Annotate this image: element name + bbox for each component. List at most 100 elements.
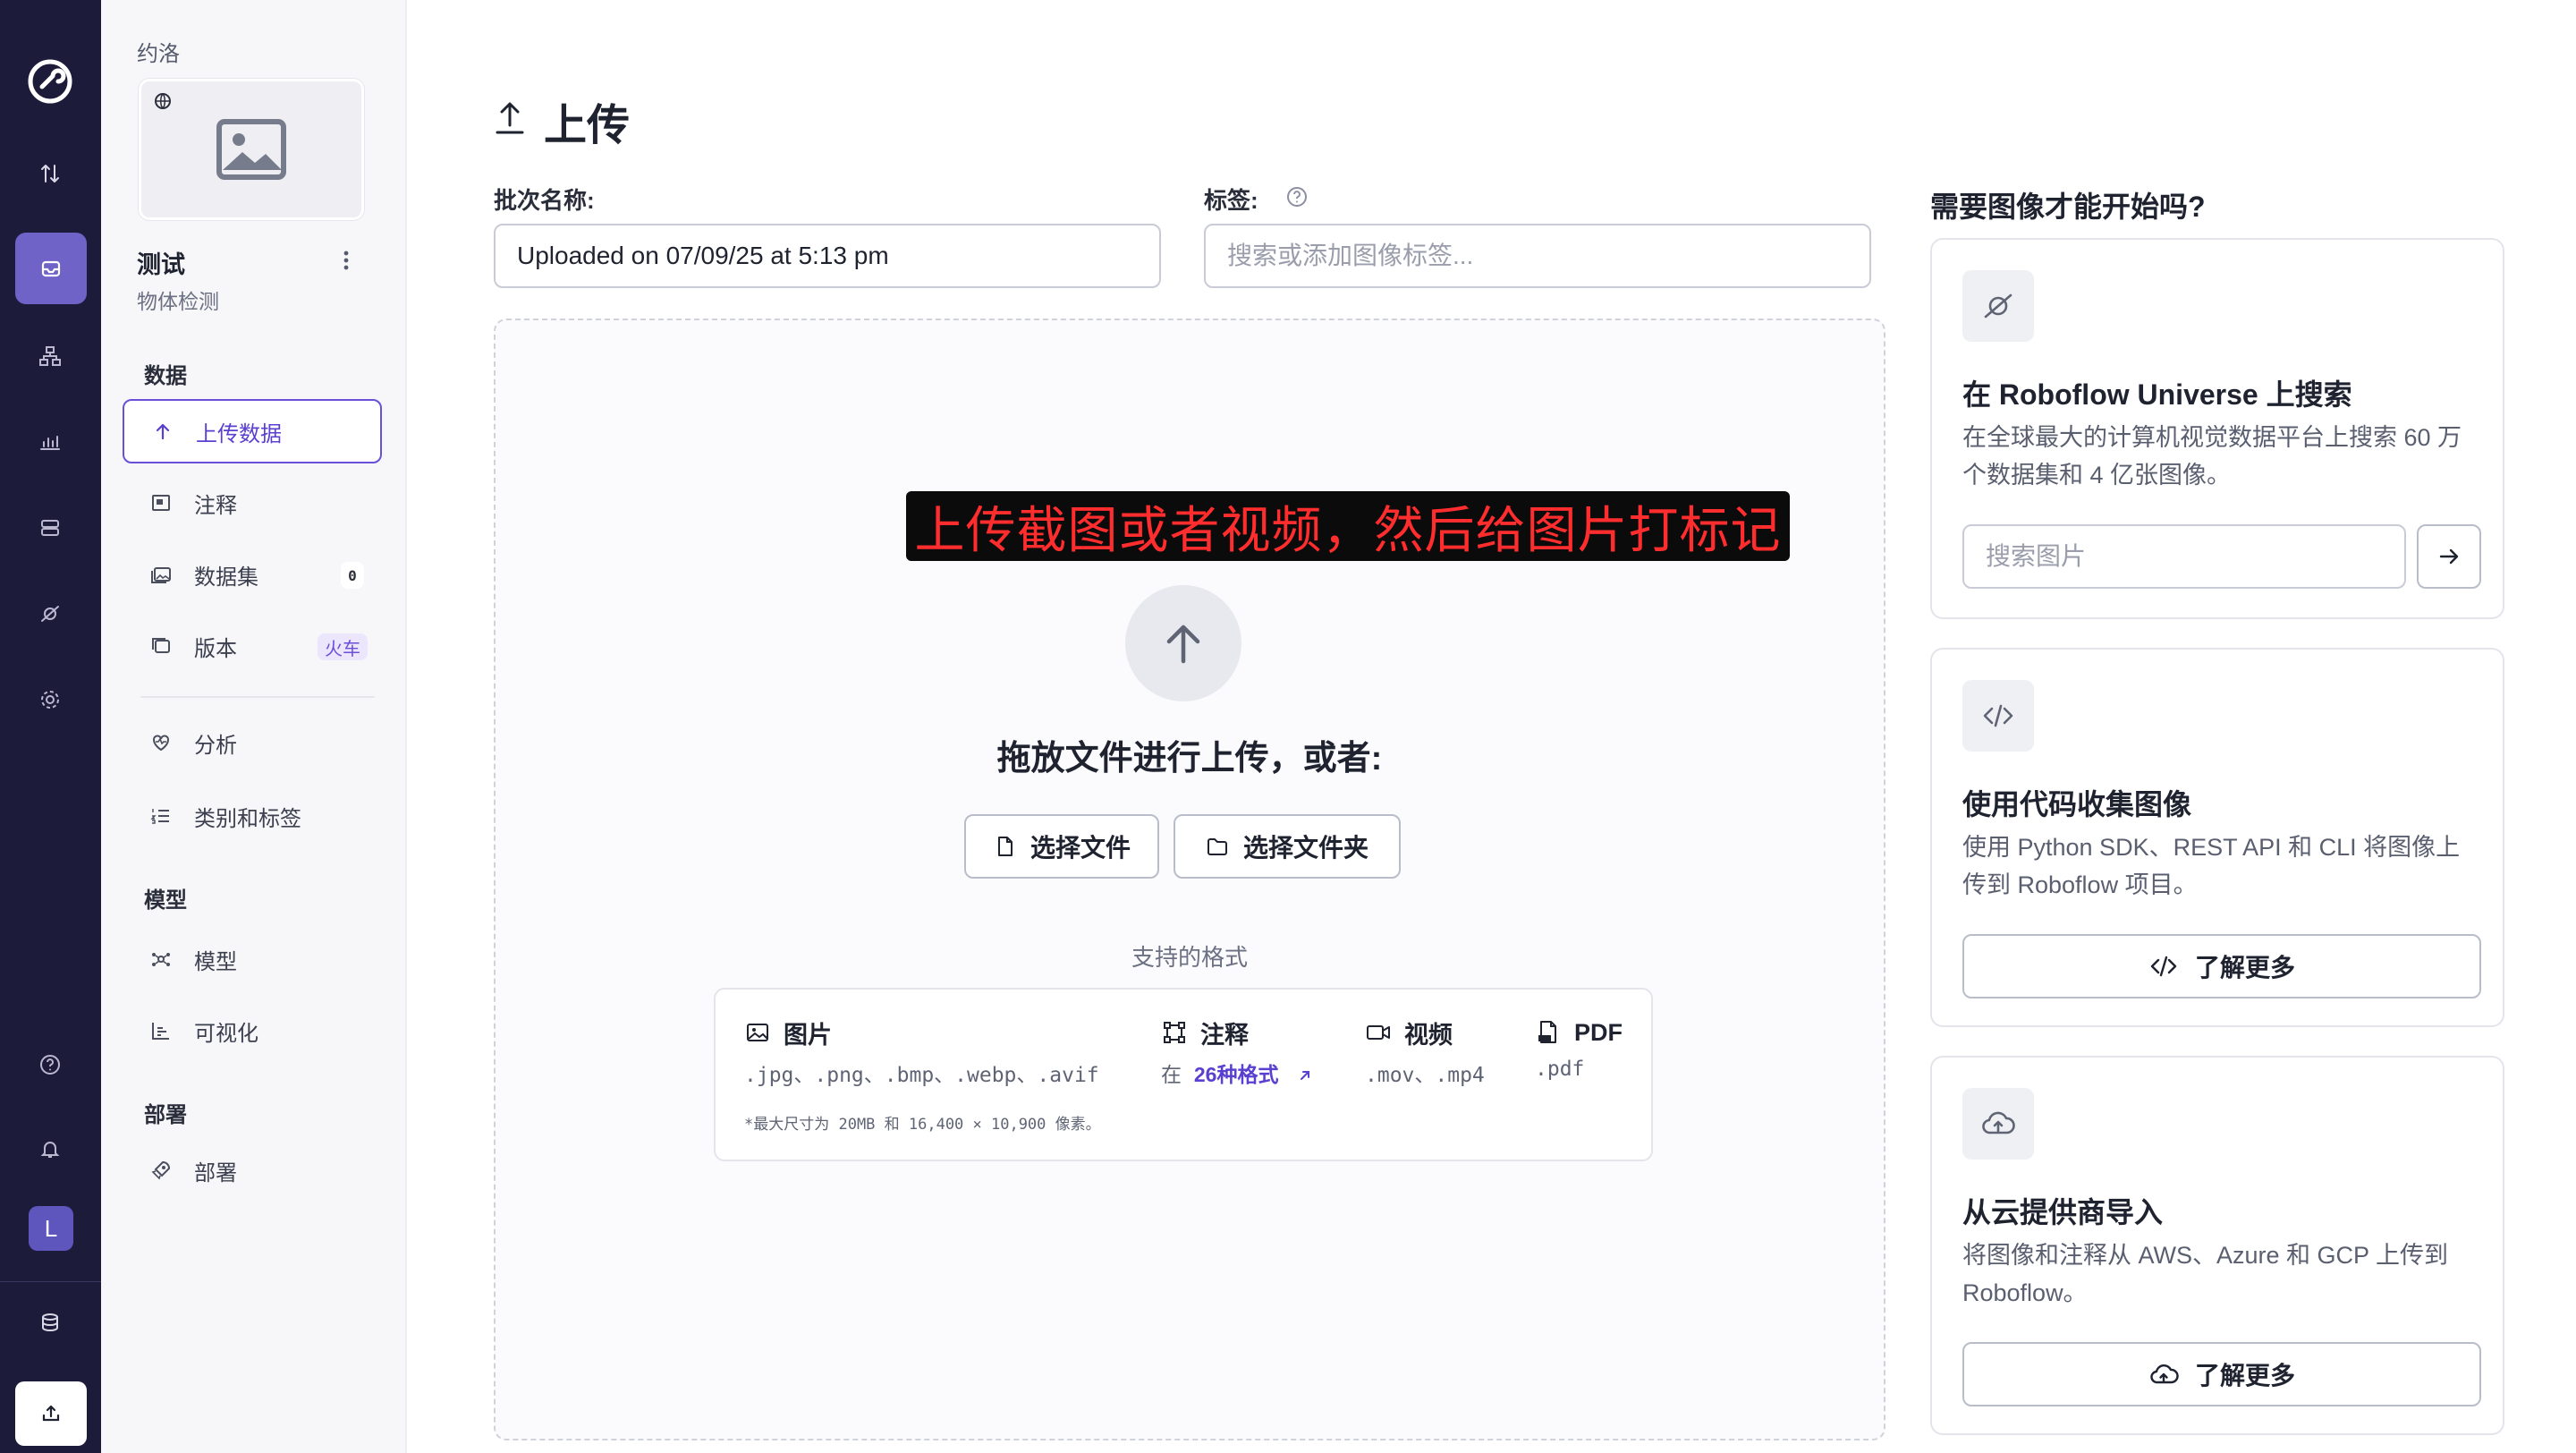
bounding-box-icon: [1164, 1022, 1185, 1043]
universe-planet-icon[interactable]: [25, 589, 75, 639]
select-folder-label: 选择文件夹: [1242, 834, 1368, 862]
code-card-title: 使用代码收集图像: [1962, 788, 2192, 820]
upload-title-icon: [496, 102, 524, 134]
code-learn-more-label: 了解更多: [2194, 954, 2295, 981]
universe-search-card: 在 Roboflow Universe 上搜索 在全球最大的计算机视觉数据平台上…: [1930, 238, 2504, 619]
annotate-icon: [152, 495, 170, 511]
format-images: 图片 .jpg、.png、.bmp、.webp、.avif: [744, 1016, 1099, 1088]
format-images-title: 图片: [784, 1021, 832, 1049]
code-card-icon: [1962, 680, 2034, 752]
sidebar-item-dataset[interactable]: 数据集 0: [123, 542, 382, 607]
annotation-overlay-banner: 上传截图或者视频，然后给图片打标记: [906, 491, 1790, 561]
supported-formats-box: 图片 .jpg、.png、.bmp、.webp、.avif 注释 在 26种格式…: [714, 988, 1653, 1161]
select-files-label: 选择文件: [1030, 834, 1131, 862]
analytics-chart-icon[interactable]: [25, 417, 75, 467]
workspace-name[interactable]: 约洛: [137, 36, 180, 67]
sidebar-item-upload[interactable]: 上传数据: [123, 399, 382, 463]
sidebar-item-classes[interactable]: 类别和标签: [123, 784, 382, 848]
folder-icon: [1207, 838, 1227, 855]
select-folder-button[interactable]: 选择文件夹: [1174, 814, 1401, 879]
roboflow-logo-icon[interactable]: [26, 57, 74, 106]
sidebar-item-label: 上传数据: [196, 421, 282, 446]
page-title: 上传: [544, 102, 631, 149]
switch-project-icon[interactable]: [25, 149, 75, 199]
cloud-learn-more-label: 了解更多: [2194, 1362, 2295, 1389]
code-card-desc: 使用 Python SDK、REST API 和 CLI 将图像上传到 Robo…: [1962, 834, 2461, 898]
format-video-title: 视频: [1404, 1021, 1453, 1049]
train-badge[interactable]: 火车: [318, 633, 368, 660]
workflows-icon[interactable]: [25, 331, 75, 381]
sidebar-item-label: 版本: [194, 636, 237, 661]
max-size-note: *最大尺寸为 20MB 和 16,400 × 10,900 像素。: [744, 1116, 1101, 1134]
universe-search-input[interactable]: [1962, 524, 2406, 589]
projects-inbox-icon[interactable]: [15, 233, 87, 304]
upload-arrow-circle-icon: [1125, 585, 1241, 701]
user-avatar[interactable]: L: [29, 1206, 73, 1251]
batch-name-label: 批次名称:: [494, 187, 595, 214]
sidebar-item-label: 可视化: [194, 1021, 258, 1046]
universe-card-title: 在 Roboflow Universe 上搜索: [1962, 378, 2352, 411]
tags-label: 标签:: [1204, 187, 1258, 214]
supported-formats-caption: 支持的格式: [1131, 944, 1248, 971]
cloud-learn-more-button[interactable]: 了解更多: [1962, 1342, 2481, 1406]
cloud-upload-icon: [2150, 1364, 2179, 1384]
code-icon: [2150, 956, 2177, 977]
sidebar-item-visualize[interactable]: 可视化: [123, 998, 382, 1063]
sidebar-item-label: 分析: [194, 733, 237, 758]
upload-dropzone[interactable]: [494, 319, 1885, 1440]
format-images-exts: .jpg、.png、.bmp、.webp、.avif: [744, 1064, 1099, 1087]
sidebar-item-label: 类别和标签: [194, 806, 301, 831]
notifications-bell-icon[interactable]: [25, 1124, 75, 1174]
video-camera-icon: [1367, 1025, 1390, 1040]
section-deploy-title: 部署: [144, 1103, 187, 1127]
project-thumbnail[interactable]: [139, 79, 364, 220]
batch-name-input[interactable]: [494, 224, 1161, 288]
dataset-count-badge: 0: [341, 562, 364, 589]
database-stack-icon[interactable]: [25, 1297, 75, 1347]
cloud-upload-card-icon: [1962, 1088, 2034, 1160]
annotation-formats-link[interactable]: 26种格式: [1194, 1063, 1279, 1086]
cloud-card-title: 从云提供商导入: [1962, 1196, 2164, 1228]
storage-icon[interactable]: [25, 503, 75, 553]
image-icon: [747, 1024, 768, 1041]
sidebar-item-label: 数据集: [194, 565, 258, 590]
format-pdf: PDF .pdf: [1535, 1016, 1623, 1082]
sidebar-item-models[interactable]: 模型: [123, 927, 382, 991]
project-sidebar: 约洛 测试 物体检测 数据 上传数据 注释 数据集 0 版本 火车 分析 类别和…: [101, 0, 407, 1453]
sidebar-item-label: 部署: [194, 1160, 237, 1185]
project-type: 物体检测: [137, 290, 219, 313]
pdf-file-icon: [1538, 1021, 1556, 1043]
icon-rail: L: [0, 0, 101, 1453]
cloud-import-card: 从云提供商导入 将图像和注释从 AWS、Azure 和 GCP 上传到 Robo…: [1930, 1056, 2504, 1435]
rail-divider: [0, 1281, 101, 1282]
arrow-right-icon: [2439, 548, 2459, 565]
external-link-icon[interactable]: [1296, 1066, 1314, 1084]
section-data-title: 数据: [144, 364, 187, 388]
more-vertical-icon[interactable]: [335, 247, 357, 274]
right-panel-title: 需要图像才能开始吗?: [1930, 191, 2206, 223]
file-icon: [997, 837, 1013, 856]
tags-input[interactable]: [1204, 224, 1871, 288]
code-learn-more-button[interactable]: 了解更多: [1962, 934, 2481, 998]
image-placeholder-icon: [216, 119, 286, 180]
sidebar-item-analytics[interactable]: 分析: [123, 710, 382, 775]
tags-help-icon[interactable]: [1284, 184, 1309, 209]
globe-icon: [155, 93, 171, 109]
format-annotations: 注释 在 26种格式: [1161, 1016, 1314, 1088]
rail-upload-icon[interactable]: [15, 1381, 87, 1446]
format-pdf-exts: .pdf: [1535, 1058, 1585, 1081]
universe-card-desc: 在全球最大的计算机视觉数据平台上搜索 60 万个数据集和 4 亿张图像。: [1962, 424, 2462, 489]
health-heart-icon: [153, 735, 169, 752]
settings-gear-icon[interactable]: [25, 675, 75, 725]
help-icon[interactable]: [25, 1040, 75, 1090]
arrow-up-icon: [156, 423, 170, 440]
sidebar-item-deploy[interactable]: 部署: [123, 1138, 382, 1202]
project-name: 测试: [137, 251, 185, 278]
universe-search-submit-button[interactable]: [2417, 524, 2481, 589]
format-annotations-prefix: 在: [1161, 1063, 1182, 1086]
sidebar-item-label: 注释: [194, 493, 237, 518]
sidebar-item-versions[interactable]: 版本 火车: [123, 614, 382, 678]
select-files-button[interactable]: 选择文件: [964, 814, 1159, 879]
format-video: 视频 .mov、.mp4: [1365, 1016, 1485, 1088]
sidebar-item-annotate[interactable]: 注释: [123, 471, 382, 535]
